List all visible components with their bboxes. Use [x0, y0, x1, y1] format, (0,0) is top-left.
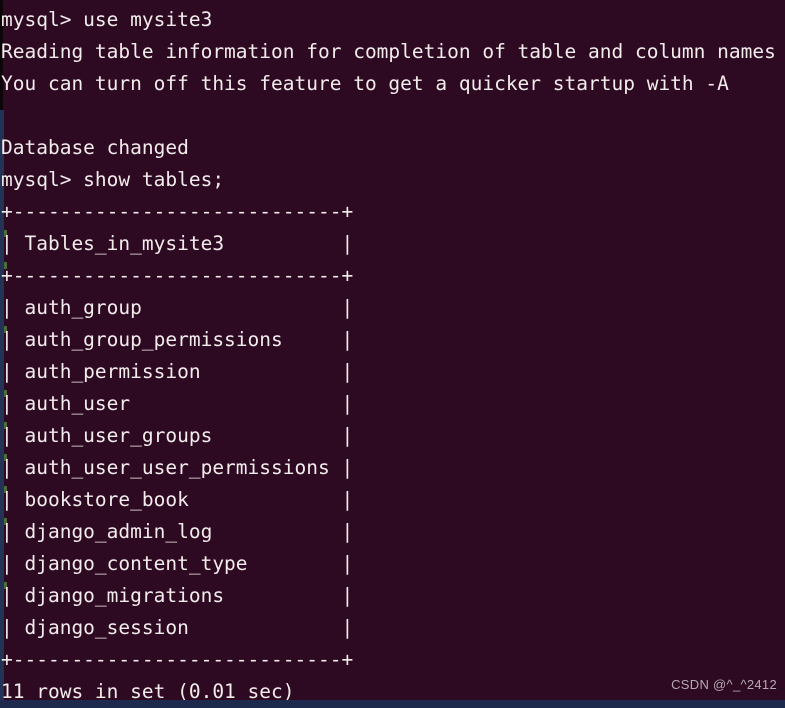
table-border-header: +----------------------------+	[1, 264, 354, 287]
table-border-bottom: +----------------------------+	[1, 648, 354, 671]
terminal-line: You can turn off this feature to get a q…	[1, 72, 729, 95]
table-row: | auth_group |	[1, 296, 354, 319]
table-row: | auth_user |	[1, 392, 354, 415]
terminal-line: mysql> use mysite3	[1, 8, 213, 31]
table-row: | bookstore_book |	[1, 488, 354, 511]
table-row: | auth_permission |	[1, 360, 354, 383]
terminal-output[interactable]: mysql> use mysite3 Reading table informa…	[0, 0, 776, 708]
terminal-line: Database changed	[1, 136, 189, 159]
table-row: | auth_user_user_permissions |	[1, 456, 354, 479]
table-border-top: +----------------------------+	[1, 200, 354, 223]
table-row: | django_migrations |	[1, 584, 354, 607]
watermark: CSDN @^_^2412	[671, 677, 777, 692]
window-bottom-bar	[0, 700, 785, 708]
table-row: | auth_user_groups |	[1, 424, 354, 447]
table-row: | django_content_type |	[1, 552, 354, 575]
table-row: | auth_group_permissions |	[1, 328, 354, 351]
terminal-line: Reading table information for completion…	[1, 40, 776, 63]
terminal-line: mysql> show tables;	[1, 168, 225, 191]
table-column-header: | Tables_in_mysite3 |	[1, 232, 354, 255]
terminal-window[interactable]: mysql> use mysite3 Reading table informa…	[0, 0, 785, 708]
table-row: | django_session |	[1, 616, 354, 639]
table-row: | django_admin_log |	[1, 520, 354, 543]
